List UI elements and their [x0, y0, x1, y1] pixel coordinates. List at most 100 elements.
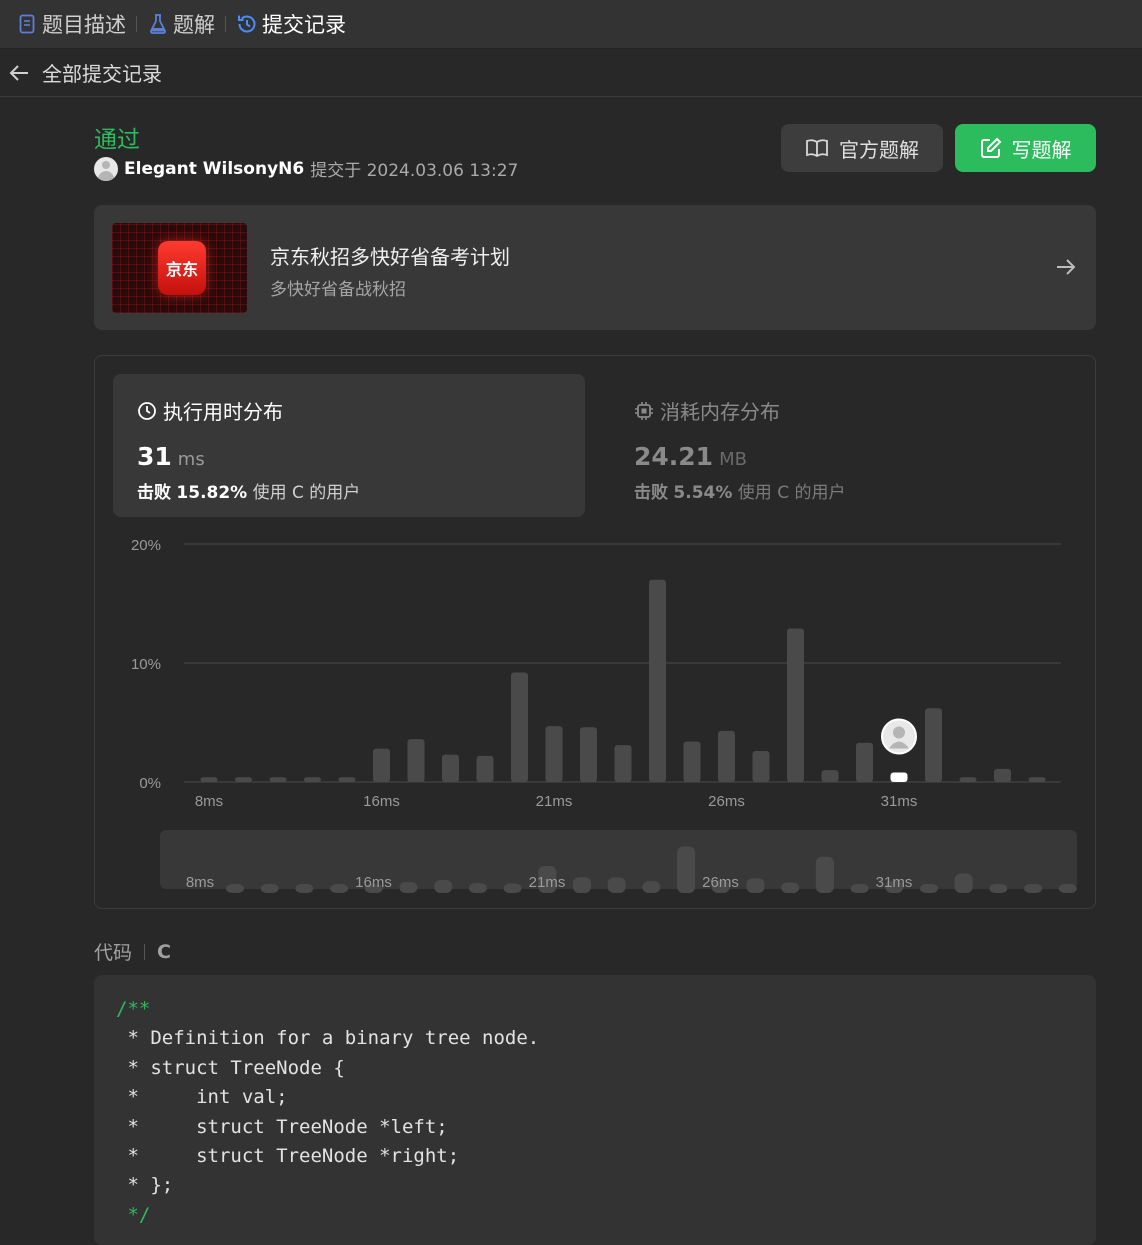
overview-bar — [1058, 884, 1077, 893]
promo-banner[interactable]: 京东 京东秋招多快好省备考计划 多快好省备战秋招 — [94, 205, 1096, 330]
code-line: * Definition for a binary tree node. — [116, 1027, 540, 1050]
overview-bar — [677, 846, 696, 893]
submission-meta: Elegant WilsonyN6 提交于 2024.03.06 13:27 — [94, 156, 518, 181]
bar[interactable] — [925, 708, 942, 782]
code-language: C — [157, 940, 171, 963]
username[interactable]: Elegant WilsonyN6 — [124, 159, 304, 179]
bar[interactable] — [1028, 777, 1046, 782]
tab-solutions-label: 题解 — [173, 13, 215, 37]
submission-status: 通过 — [94, 127, 140, 153]
official-solution-label: 官方题解 — [839, 137, 919, 162]
bar[interactable] — [200, 777, 218, 782]
flask-icon — [147, 14, 169, 34]
bar[interactable] — [787, 628, 804, 782]
arrow-left-icon — [9, 64, 28, 81]
bar[interactable] — [821, 770, 839, 782]
x-tick-label: 26ms — [708, 793, 745, 810]
overview-bar — [781, 882, 800, 893]
overview-bar — [1024, 884, 1043, 893]
bar[interactable] — [752, 751, 770, 782]
overview-x-label: 26ms — [702, 874, 739, 891]
avatar[interactable] — [94, 156, 118, 181]
overview-bar — [850, 884, 869, 893]
tab-submissions[interactable]: 提交记录 — [236, 0, 346, 48]
edit-icon — [980, 137, 1001, 158]
bar[interactable] — [718, 730, 735, 782]
promo-subtitle: 多快好省备战秋招 — [270, 280, 406, 300]
overview-bar — [573, 877, 591, 893]
code-line: * int val; — [116, 1086, 288, 1109]
tab-solutions[interactable]: 题解 — [147, 0, 215, 48]
y-tick-label: 10% — [131, 656, 161, 673]
x-tick-label: 21ms — [536, 793, 573, 810]
overview-bar — [746, 878, 765, 893]
overview-bar — [295, 884, 314, 893]
bar[interactable] — [545, 726, 563, 782]
code-label: 代码 — [94, 942, 133, 964]
code-section-header: 代码 C — [94, 938, 171, 965]
overview-bar — [989, 884, 1008, 893]
overview-bar — [815, 856, 834, 893]
bar[interactable] — [511, 672, 528, 782]
code-line: * struct TreeNode { — [116, 1056, 345, 1079]
bar[interactable] — [269, 777, 287, 782]
write-solution-button[interactable]: 写题解 — [955, 124, 1096, 172]
runtime-distribution-chart[interactable]: 20% 10% 0% 8ms 16ms 21ms 26ms 31ms 8ms 16ms 21ms 26… — [95, 356, 1095, 908]
document-icon — [16, 14, 38, 34]
bar[interactable] — [442, 754, 459, 782]
bar[interactable] — [304, 777, 321, 782]
bar[interactable] — [959, 777, 977, 782]
code-line: */ — [116, 1203, 151, 1226]
code-block[interactable]: /** * Definition for a binary tree node.… — [94, 975, 1096, 1245]
bar[interactable] — [856, 742, 873, 782]
bar[interactable] — [683, 741, 701, 782]
overview-bar — [226, 884, 244, 893]
bar[interactable] — [994, 768, 1011, 782]
code-line: * }; — [116, 1174, 174, 1197]
code-line: * struct TreeNode *right; — [116, 1145, 460, 1168]
submitted-time: 提交于 2024.03.06 13:27 — [310, 161, 519, 181]
overview-bar — [954, 873, 973, 893]
official-solution-button[interactable]: 官方题解 — [781, 124, 943, 172]
bar[interactable] — [235, 777, 252, 782]
overview-bar — [330, 884, 349, 893]
x-tick-label: 8ms — [195, 793, 223, 810]
code-text: /** * Definition for a binary tree node.… — [116, 995, 539, 1230]
x-tick-label: 31ms — [881, 793, 918, 810]
overview-x-label: 21ms — [529, 874, 566, 891]
tab-divider — [225, 16, 226, 32]
top-tab-bar: 题目描述 题解 提交记录 — [0, 0, 1142, 49]
overview-bar — [260, 884, 279, 893]
overview-bar — [920, 884, 938, 893]
tab-description[interactable]: 题目描述 — [16, 0, 126, 48]
overview-bar — [642, 881, 661, 893]
bar[interactable] — [476, 755, 494, 782]
bar-highlight[interactable] — [890, 772, 908, 782]
back-label: 全部提交记录 — [42, 62, 162, 86]
overview-bar — [503, 883, 522, 893]
back-to-all-submissions[interactable]: 全部提交记录 — [8, 58, 162, 87]
x-tick-label: 16ms — [363, 793, 400, 810]
overview-x-label: 31ms — [876, 874, 913, 891]
code-line: * struct TreeNode *left; — [116, 1115, 448, 1138]
tab-submissions-label: 提交记录 — [262, 13, 346, 37]
overview-bar — [399, 882, 418, 893]
divider — [144, 943, 146, 960]
y-tick-label: 0% — [139, 775, 161, 792]
promo-image: 京东 — [112, 223, 247, 313]
bar[interactable] — [580, 727, 597, 782]
promo-title: 京东秋招多快好省备考计划 — [270, 245, 510, 269]
history-icon — [236, 13, 258, 35]
bar[interactable] — [649, 579, 666, 782]
jd-logo: 京东 — [158, 241, 206, 295]
tab-divider — [136, 16, 137, 32]
write-solution-label: 写题解 — [1011, 137, 1072, 162]
bar[interactable] — [373, 748, 390, 782]
bar[interactable] — [407, 739, 425, 782]
overview-x-label: 8ms — [186, 874, 214, 891]
tab-description-label: 题目描述 — [42, 13, 126, 37]
overview-bar — [434, 880, 453, 893]
bar[interactable] — [338, 777, 356, 782]
arrow-right-icon — [1057, 259, 1076, 275]
bar[interactable] — [614, 745, 632, 782]
